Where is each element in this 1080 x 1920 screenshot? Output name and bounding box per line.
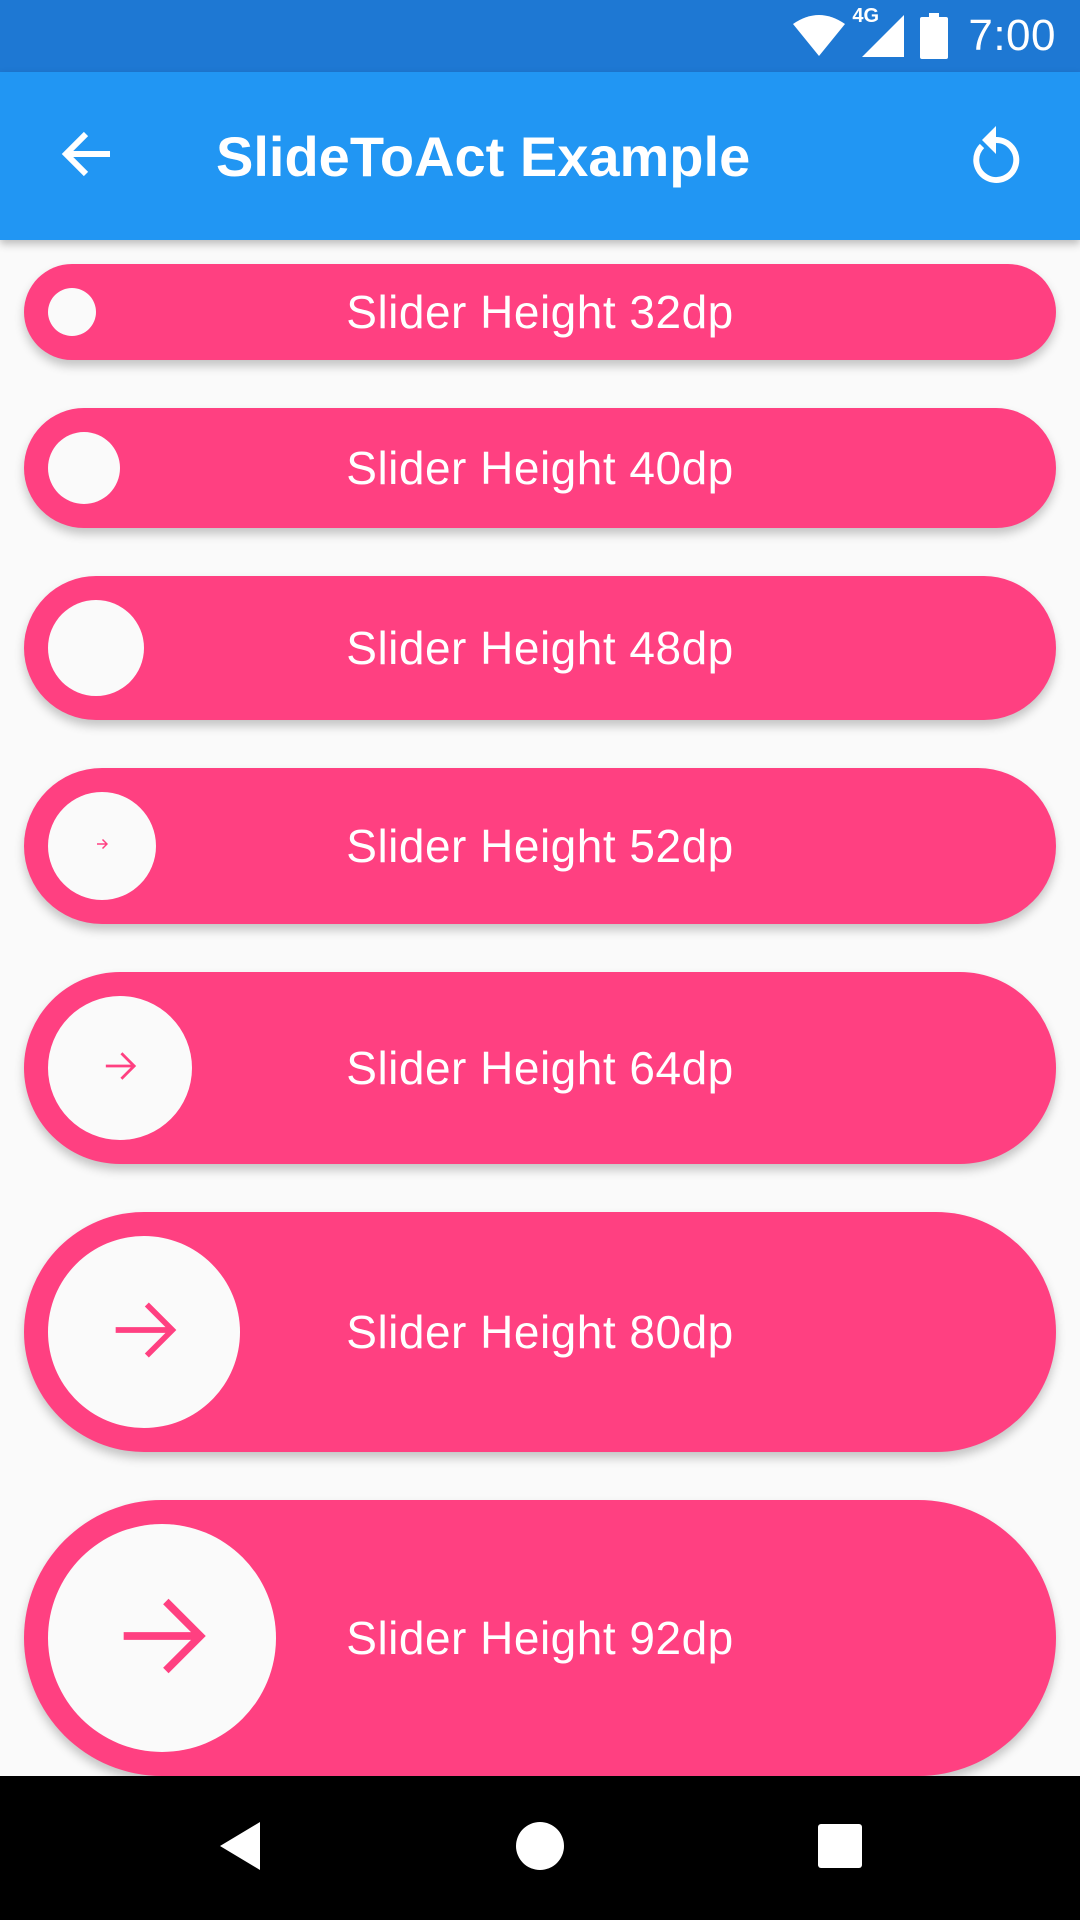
nav-recents-button[interactable] bbox=[792, 1800, 888, 1896]
status-bar: 4G 7:00 bbox=[0, 0, 1080, 72]
recents-square-icon bbox=[817, 1823, 863, 1874]
back-triangle-icon bbox=[216, 1820, 264, 1877]
wifi-icon bbox=[792, 14, 846, 58]
reset-button[interactable] bbox=[948, 108, 1044, 204]
back-button[interactable] bbox=[38, 108, 134, 204]
slider-label: Slider Height 48dp bbox=[346, 622, 734, 674]
slide-to-act-80dp[interactable]: Slider Height 80dp bbox=[24, 1212, 1056, 1452]
arrow-back-icon bbox=[60, 128, 112, 185]
slider-label: Slider Height 40dp bbox=[346, 442, 734, 494]
network-type-label: 4G bbox=[852, 5, 880, 27]
app-bar: SlideToAct Example bbox=[0, 72, 1080, 240]
slider-list[interactable]: Slider Height 32dp Slider Height 40dp Sl… bbox=[0, 240, 1080, 1776]
slide-to-act-52dp[interactable]: Slider Height 52dp bbox=[24, 768, 1056, 924]
slide-to-act-40dp[interactable]: Slider Height 40dp bbox=[24, 408, 1056, 528]
reset-icon bbox=[968, 124, 1024, 189]
home-circle-icon bbox=[514, 1820, 566, 1877]
page-title: SlideToAct Example bbox=[216, 124, 751, 188]
slider-label: Slider Height 52dp bbox=[346, 820, 734, 872]
system-nav-bar bbox=[0, 1776, 1080, 1920]
slide-to-act-92dp[interactable]: Slider Height 92dp bbox=[24, 1500, 1056, 1776]
slider-label: Slider Height 92dp bbox=[346, 1612, 734, 1664]
slide-to-act-32dp[interactable]: Slider Height 32dp bbox=[24, 264, 1056, 360]
slider-label: Slider Height 32dp bbox=[346, 286, 734, 338]
slider-label: Slider Height 80dp bbox=[346, 1306, 734, 1358]
battery-icon bbox=[920, 13, 949, 59]
clock: 7:00 bbox=[968, 11, 1056, 60]
slide-to-act-64dp[interactable]: Slider Height 64dp bbox=[24, 972, 1056, 1164]
slider-label: Slider Height 64dp bbox=[346, 1042, 734, 1094]
nav-back-button[interactable] bbox=[192, 1800, 288, 1896]
nav-home-button[interactable] bbox=[492, 1800, 588, 1896]
slide-to-act-48dp[interactable]: Slider Height 48dp bbox=[24, 576, 1056, 720]
cellular-signal-icon: 4G bbox=[852, 5, 906, 59]
